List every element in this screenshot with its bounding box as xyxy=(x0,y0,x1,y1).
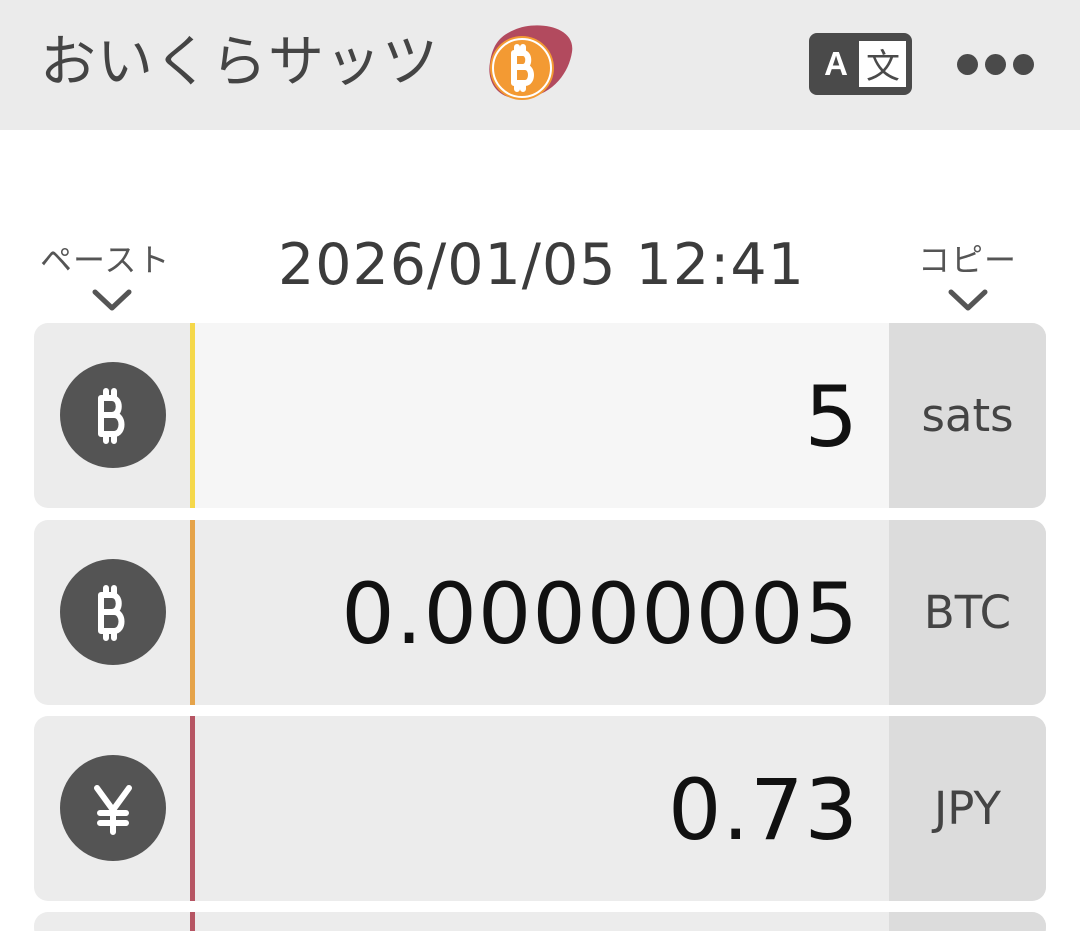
timestamp: 2026/01/05 12:41 xyxy=(278,232,805,298)
translate-button[interactable]: A 文 xyxy=(809,33,912,95)
unit-btc: BTC xyxy=(889,520,1046,705)
currency-row-btc: 0.00000005 BTC xyxy=(34,520,1046,705)
currency-row-sats: 5 sats xyxy=(34,323,1046,508)
partial-input[interactable] xyxy=(195,912,889,931)
more-horizontal-icon xyxy=(985,54,1006,75)
bitcoin-logo-icon xyxy=(484,22,576,104)
chevron-down-icon[interactable] xyxy=(91,288,133,312)
app-title: おいくらサッツ xyxy=(40,30,439,95)
btc-value: 0.00000005 xyxy=(341,565,859,663)
unit-jpy: JPY xyxy=(889,716,1046,901)
svg-text:A: A xyxy=(824,45,848,82)
copy-button[interactable]: コピー xyxy=(918,235,1017,281)
app-header: おいくらサッツ A 文 xyxy=(0,0,1080,130)
translate-icon: A 文 xyxy=(824,41,906,87)
unit-sats: sats xyxy=(889,323,1046,508)
chevron-down-icon[interactable] xyxy=(947,288,989,312)
unit-partial xyxy=(889,912,1046,931)
currency-row-partial xyxy=(34,912,1046,931)
jpy-value: 0.73 xyxy=(667,761,859,859)
btc-input[interactable]: 0.00000005 xyxy=(195,520,889,705)
bitcoin-icon[interactable] xyxy=(60,362,166,468)
sats-value: 5 xyxy=(804,368,859,466)
svg-text:文: 文 xyxy=(866,47,900,87)
unit-label: JPY xyxy=(934,782,1001,835)
more-horizontal-icon xyxy=(1013,54,1034,75)
jpy-input[interactable]: 0.73 xyxy=(195,716,889,901)
unit-label: BTC xyxy=(923,586,1012,639)
currency-row-jpy: 0.73 JPY xyxy=(34,716,1046,901)
paste-button[interactable]: ペースト xyxy=(40,235,170,281)
bitcoin-icon[interactable] xyxy=(60,559,166,665)
yen-icon[interactable] xyxy=(60,755,166,861)
more-options-button[interactable] xyxy=(950,45,1040,85)
unit-label: sats xyxy=(921,389,1014,442)
sats-input[interactable]: 5 xyxy=(195,323,889,508)
more-horizontal-icon xyxy=(957,54,978,75)
